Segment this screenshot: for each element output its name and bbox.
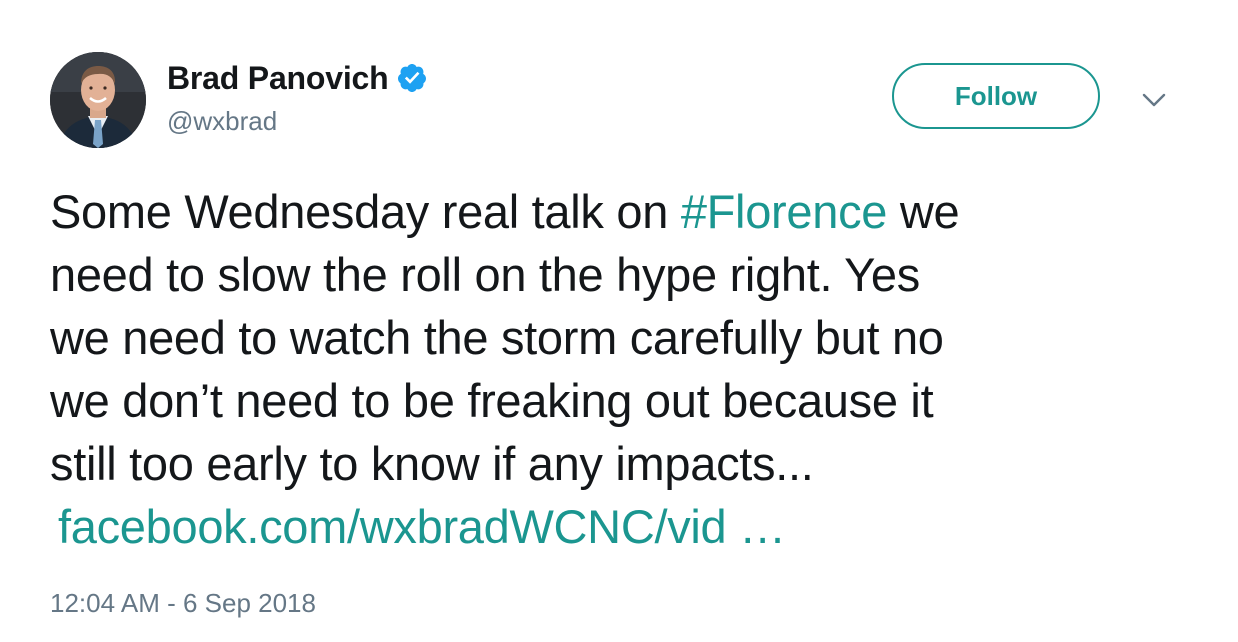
avatar[interactable] <box>50 52 146 148</box>
tweet-line: we don’t need to be freaking out because… <box>50 374 934 427</box>
tweet-line: Some Wednesday real talk on #Florence we <box>50 180 1190 243</box>
user-avatar-image <box>50 52 146 148</box>
external-link[interactable]: facebook.com/wxbradWCNC/vid … <box>58 500 786 553</box>
more-options-button[interactable] <box>1138 88 1170 112</box>
author-display-name[interactable]: Brad Panovich <box>167 60 389 97</box>
author-handle[interactable]: @wxbrad <box>167 106 277 137</box>
tweet-line: facebook.com/wxbradWCNC/vid … <box>50 495 1190 558</box>
hashtag-link[interactable]: #Florence <box>681 185 888 238</box>
follow-button[interactable]: Follow <box>892 63 1100 129</box>
tweet-line: we need to watch the storm carefully but… <box>50 311 944 364</box>
verified-badge-icon <box>396 62 428 94</box>
tweet-line: need to slow the roll on the hype right.… <box>50 248 920 301</box>
tweet-text: Some Wednesday real talk on #Florence we… <box>50 180 1190 558</box>
tweet-text-segment: we <box>887 185 960 238</box>
tweet-line: still too early to know if any impacts..… <box>50 437 814 490</box>
tweet-timestamp[interactable]: 12:04 AM - 6 Sep 2018 <box>50 588 316 619</box>
tweet-text-segment: Some Wednesday real talk on <box>50 185 681 238</box>
author-name-row: Brad Panovich <box>167 58 428 98</box>
chevron-down-icon <box>1142 93 1166 107</box>
